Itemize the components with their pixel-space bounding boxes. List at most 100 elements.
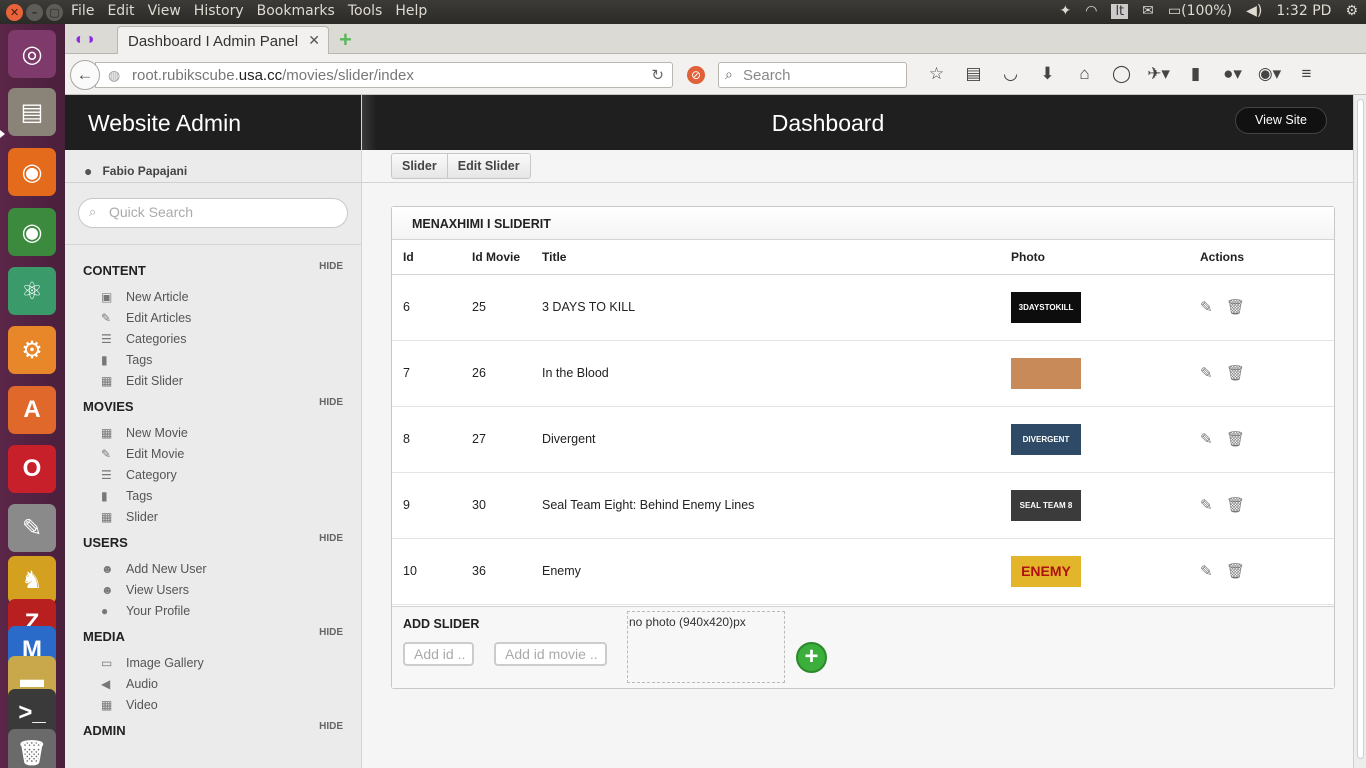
sidebar-item-new-article[interactable]: ▣ New Article [83, 286, 361, 307]
proxy-icon[interactable]: ◉▾ [1251, 64, 1288, 84]
home-icon[interactable]: ⌂ [1066, 64, 1103, 84]
sidebar-item-add-new-user[interactable]: ☻ Add New User [83, 558, 361, 579]
opera-icon[interactable]: O [8, 445, 56, 493]
keyboard-layout-indicator[interactable]: lt [1111, 3, 1129, 19]
new-tab-button[interactable]: + [339, 27, 352, 53]
download-icon[interactable]: ⬇ [1029, 64, 1066, 84]
reload-icon[interactable]: ↻ [651, 66, 664, 84]
close-window-icon[interactable]: ✕ [6, 4, 23, 21]
breadcrumb-slider[interactable]: Slider [392, 154, 447, 178]
cell-id: 9 [392, 472, 462, 539]
edit-icon[interactable]: ✎ [1200, 364, 1226, 382]
unity-launcher: ◎ ▤ ◉ ◉ ⚛ ⚙ A O ✎ ♞ Z M ▬ >_ 🗑 [0, 24, 65, 768]
reading-list-icon[interactable]: ▤ [955, 64, 992, 84]
game-icon[interactable]: ♞ [8, 556, 56, 604]
close-tab-icon[interactable]: ✕ [308, 32, 320, 49]
edit-icon[interactable]: ✎ [1200, 496, 1226, 514]
delete-icon[interactable]: 🗑 [1226, 430, 1252, 448]
sidebar-item-new-movie[interactable]: ▦ New Movie [83, 422, 361, 443]
delete-icon[interactable]: 🗑 [1226, 364, 1252, 382]
sidebar-item-video[interactable]: ▦ Video [83, 694, 361, 715]
tab-dashboard[interactable]: Dashboard I Admin Panel ✕ [117, 26, 329, 54]
menu-file[interactable]: File [71, 3, 94, 19]
quick-search-input[interactable]: ⌕ Quick Search [78, 198, 348, 228]
menu-history[interactable]: History [194, 3, 244, 19]
menu-icon[interactable]: ≡ [1288, 64, 1325, 84]
url-bar[interactable]: ◍ root.rubikscube.usa.cc/movies/slider/i… [95, 62, 673, 88]
add-id-input[interactable]: Add id .. [403, 642, 474, 666]
current-user[interactable]: ● Fabio Papajani [65, 150, 361, 183]
admin-sidebar: Website Admin ● Fabio Papajani ⌕ Quick S… [65, 95, 362, 768]
sidebar-item-edit-slider[interactable]: ▦ Edit Slider [83, 370, 361, 391]
sidebar-item-edit-movie[interactable]: ✎ Edit Movie [83, 443, 361, 464]
sidebar-item-edit-articles[interactable]: ✎ Edit Articles [83, 307, 361, 328]
extension-icon[interactable]: ✈▾ [1140, 64, 1177, 84]
back-button[interactable]: ← [70, 60, 100, 90]
wifi-icon[interactable]: ◠ [1085, 3, 1097, 19]
volume-icon[interactable]: ◀) [1246, 3, 1262, 19]
sidebar-item-category[interactable]: ☰ Category [83, 464, 361, 485]
menu-help[interactable]: Help [395, 3, 427, 19]
photo-upload-dropzone[interactable]: no photo (940x420)px [627, 611, 785, 683]
tools-icon[interactable]: ✎ [8, 504, 56, 552]
delete-icon[interactable]: 🗑 [1226, 298, 1252, 316]
firefox-icon[interactable]: ◉ [8, 148, 56, 196]
battery-indicator[interactable]: ▭(100%) [1168, 3, 1232, 19]
edit-icon[interactable]: ✎ [1200, 562, 1226, 580]
trash-icon[interactable]: 🗑 [8, 729, 56, 768]
restore-window-icon[interactable]: ▢ [46, 4, 63, 21]
noscript-icon[interactable]: ⊘ [687, 66, 705, 84]
add-id-movie-input[interactable]: Add id movie .. [494, 642, 607, 666]
software-center-icon[interactable]: A [8, 386, 56, 434]
search-bar[interactable]: ⌕ Search [718, 62, 907, 88]
section-hide-toggle[interactable]: HIDE [319, 533, 343, 544]
chrome-icon[interactable]: ◉ [8, 208, 56, 256]
bookmark-star-icon[interactable]: ☆ [918, 64, 955, 84]
window-controls: ✕ – ▢ [6, 4, 63, 21]
menu-tools[interactable]: Tools [348, 3, 383, 19]
sidebar-item-slider[interactable]: ▦ Slider [83, 506, 361, 527]
search-icon: ⌕ [89, 204, 97, 219]
menu-bookmarks[interactable]: Bookmarks [257, 3, 335, 19]
delete-icon[interactable]: 🗑 [1226, 496, 1252, 514]
files-icon[interactable]: ▤ [8, 88, 56, 136]
view-site-button[interactable]: View Site [1235, 107, 1327, 134]
sidebar-item-audio[interactable]: ◀ Audio [83, 673, 361, 694]
sidebar-item-your-profile[interactable]: ● Your Profile [83, 600, 361, 621]
adblock-icon[interactable]: ●▾ [1214, 64, 1251, 84]
menu-edit[interactable]: Edit [107, 3, 134, 19]
clock[interactable]: 1:32 PD [1276, 3, 1331, 19]
sidebar-item-categories[interactable]: ☰ Categories [83, 328, 361, 349]
dropbox-icon[interactable]: ✦ [1059, 3, 1071, 19]
movie-thumbnail: SEAL TEAM 8 [1011, 489, 1081, 521]
page-scrollbar[interactable] [1353, 95, 1366, 768]
edit-icon[interactable]: ✎ [1200, 430, 1226, 448]
user-icon: ● [84, 163, 93, 179]
sidebar-item-image-gallery[interactable]: ▭ Image Gallery [83, 652, 361, 673]
section-hide-toggle[interactable]: HIDE [319, 261, 343, 272]
minimize-window-icon[interactable]: – [26, 4, 43, 21]
breadcrumb-edit-slider[interactable]: Edit Slider [448, 154, 530, 178]
sidebar-item-view-users[interactable]: ☻ View Users [83, 579, 361, 600]
atom-icon[interactable]: ⚛ [8, 267, 56, 315]
menu-view[interactable]: View [148, 3, 181, 19]
battery-extension-icon[interactable]: ▮ [1177, 64, 1214, 84]
edit-icon[interactable]: ✎ [1200, 298, 1226, 316]
section-hide-toggle[interactable]: HIDE [319, 397, 343, 408]
tab-bar: ◐◑ Dashboard I Admin Panel ✕ + [65, 24, 1366, 54]
delete-icon[interactable]: 🗑 [1226, 562, 1252, 580]
cell-photo: ENEMY [1002, 538, 1186, 605]
site-info-icon[interactable]: ◍ [108, 67, 120, 84]
add-slider-button[interactable]: + [796, 642, 827, 673]
chat-icon[interactable]: ◯ [1103, 64, 1140, 84]
ubuntu-dash-icon[interactable]: ◎ [8, 30, 56, 78]
section-hide-toggle[interactable]: HIDE [319, 721, 343, 732]
sidebar-item-tags[interactable]: ▮ Tags [83, 485, 361, 506]
system-settings-icon[interactable]: ⚙ [8, 326, 56, 374]
section-hide-toggle[interactable]: HIDE [319, 627, 343, 638]
scrollbar-thumb[interactable] [1357, 99, 1364, 759]
gear-icon[interactable]: ⚙ [1345, 3, 1358, 19]
mail-icon[interactable]: ✉ [1142, 3, 1154, 19]
pocket-icon[interactable]: ◡ [992, 64, 1029, 84]
sidebar-item-tags[interactable]: ▮ Tags [83, 349, 361, 370]
